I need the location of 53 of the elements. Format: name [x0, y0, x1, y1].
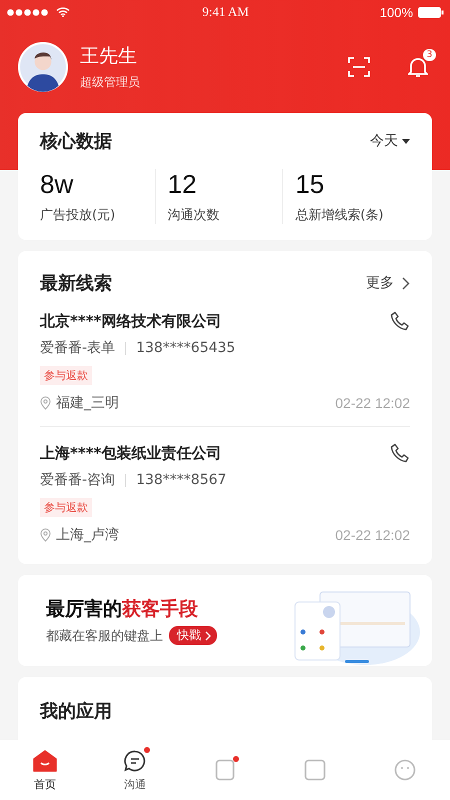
stat-label: 总新增线索(条)	[295, 207, 384, 224]
lead-time: 02-22 12:02	[335, 527, 410, 543]
lead-time: 02-22 12:02	[335, 395, 410, 411]
bell-icon[interactable]	[408, 56, 428, 78]
status-time: 9:41 AM	[202, 4, 249, 20]
section-title: 最新线索	[40, 272, 112, 295]
chevron-icon	[402, 276, 410, 290]
section-title: 核心数据	[40, 130, 112, 153]
stat-value: 8w	[40, 169, 74, 200]
phone-icon[interactable]	[390, 443, 410, 463]
stat-value: 15	[295, 169, 326, 200]
unread-dot	[144, 746, 150, 752]
company-name: 上海****包装纸业责任公司	[40, 444, 222, 462]
promo-banner[interactable]: 最厉害的获客手段 都藏在客服的键盘上 快戳	[18, 575, 432, 666]
document-icon	[215, 759, 235, 781]
company-name: 北京****网络技术有限公司	[40, 312, 222, 330]
go-button[interactable]: 快戳	[169, 626, 217, 645]
avatar[interactable]	[18, 42, 68, 92]
tab-bar-item[interactable]: 沟通	[90, 740, 180, 800]
banner-subtitle: 都藏在客服的键盘上	[46, 628, 163, 644]
location-pin-icon	[40, 396, 51, 410]
location-pin-icon	[40, 528, 51, 542]
lead-source: 爱番番-表单	[40, 339, 116, 357]
lead-location: 上海_卢湾	[56, 526, 119, 544]
notification-badge: 3	[422, 48, 437, 62]
square-icon	[304, 759, 326, 781]
banner-title: 最厉害的获客手段	[46, 597, 199, 622]
smiley-icon	[394, 759, 416, 781]
chat-bubble-icon	[124, 750, 146, 772]
unread-dot	[233, 756, 239, 762]
period-dropdown[interactable]: 今天	[370, 132, 410, 150]
tab-bar-item[interactable]: 首页	[0, 740, 90, 800]
refund-tag: 参与返款	[40, 498, 92, 517]
user-name: 王先生	[80, 44, 138, 69]
scan-icon[interactable]	[348, 57, 370, 77]
user-role: 超级管理员	[80, 74, 141, 91]
lead-source: 爱番番-咨询	[40, 471, 116, 489]
stat-label: 沟通次数	[168, 207, 221, 224]
stat-value: 12	[168, 169, 198, 200]
wifi-icon	[56, 7, 70, 17]
stat-label: 广告投放(元)	[40, 207, 116, 224]
lead-location: 福建_三明	[56, 394, 119, 412]
chevron-icon	[205, 630, 211, 640]
phone-icon[interactable]	[390, 311, 410, 331]
phone-number: 138****8567	[136, 472, 226, 488]
house-icon	[33, 750, 57, 772]
caret-icon	[402, 138, 410, 144]
battery-percent: 100%	[380, 4, 413, 20]
refund-tag: 参与返款	[40, 366, 92, 385]
more-link[interactable]: 更多	[366, 274, 410, 292]
battery-icon	[418, 6, 444, 18]
section-title: 我的应用	[40, 701, 112, 722]
phone-number: 138****65435	[136, 340, 236, 356]
